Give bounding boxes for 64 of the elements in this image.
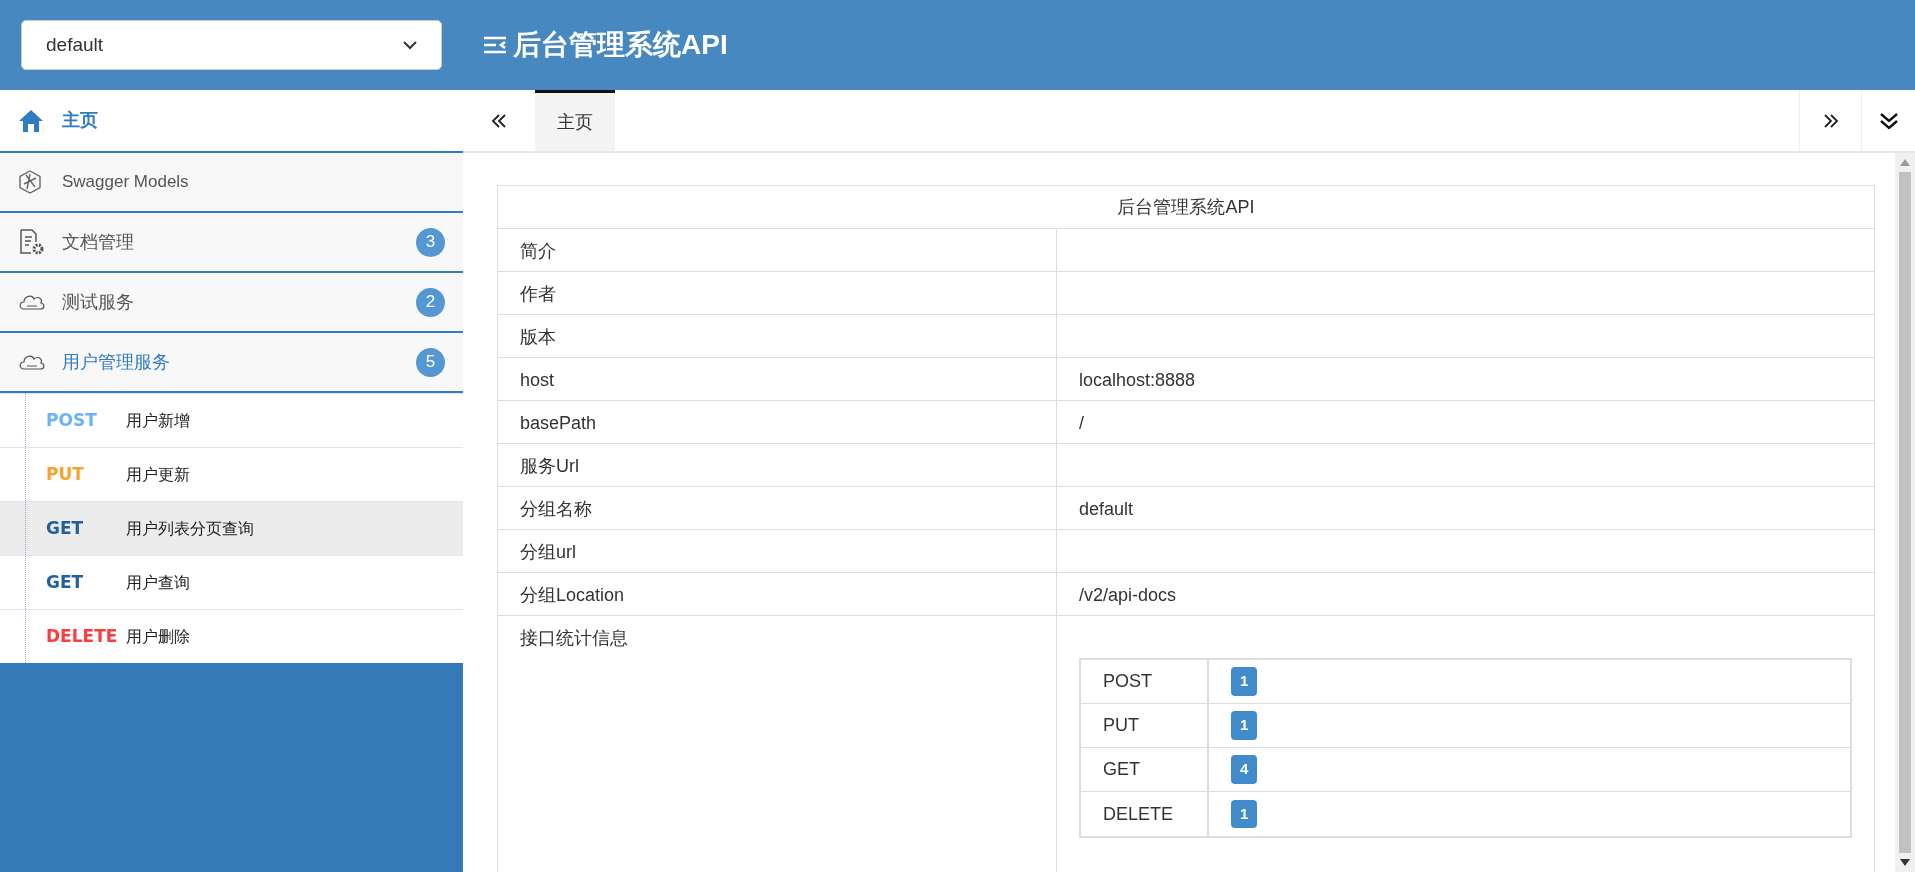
table-cell-text: DELETE	[1103, 802, 1174, 826]
sidebar-item[interactable]: 主页	[0, 90, 463, 153]
count-badge: 1	[1231, 799, 1258, 829]
method-label: POST	[46, 408, 98, 432]
api-name: 用户更新	[126, 464, 190, 485]
sidebar-item[interactable]: 用户管理服务 5	[0, 333, 463, 393]
table-cell: default	[1079, 499, 1134, 519]
group-select[interactable]: default	[21, 20, 442, 70]
table-cell-text: GET	[1103, 758, 1140, 781]
table-cell: 分组url	[520, 542, 576, 562]
api-name: 用户列表分页查询	[126, 518, 254, 539]
chevron-down-icon	[403, 40, 417, 50]
table-title: 后台管理系统API	[498, 186, 1874, 229]
sidebar-item-label: 主页	[62, 109, 98, 132]
scrollbar-thumb[interactable]	[1899, 172, 1911, 853]
menu-toggle-icon[interactable]	[483, 35, 507, 55]
count-badge: 5	[416, 347, 445, 377]
table-cell: 分组Location	[520, 585, 625, 605]
table-cell: 分组名称	[520, 499, 592, 519]
scroll-down-icon	[1900, 859, 1910, 866]
table-cell: 服务Url	[520, 456, 579, 476]
cloud-api-icon	[18, 353, 46, 371]
sidebar-item[interactable]: 测试服务 2	[0, 273, 463, 333]
app-title: 后台管理系统API	[513, 28, 728, 62]
table-cell: localhost:8888	[1079, 370, 1196, 390]
count-badge: 1	[1231, 711, 1258, 740]
table-cell: /v2/api-docs	[1079, 585, 1177, 605]
table-cell: host	[520, 370, 555, 390]
table-cell: 版本	[520, 327, 556, 347]
tab[interactable]: 主页	[535, 90, 615, 151]
method-label: PUT	[46, 462, 85, 486]
count-badge: 4	[1231, 755, 1258, 784]
table-cell: 作者	[520, 284, 556, 304]
api-name: 用户删除	[126, 626, 190, 647]
table-cell: 接口统计信息	[520, 628, 628, 648]
sidebar-item-label: 文档管理	[62, 230, 134, 254]
cloud-api-icon	[18, 293, 46, 311]
scrollbar[interactable]	[1895, 153, 1915, 872]
table-cell-text: POST	[1103, 670, 1152, 693]
sidebar-item-label: Swagger Models	[62, 171, 189, 194]
method-label: DELETE	[46, 624, 119, 648]
table-cell-text: PUT	[1103, 714, 1139, 737]
sidebar-item[interactable]: 文档管理 3	[0, 213, 463, 273]
sidebar-item-label: 测试服务	[62, 290, 134, 314]
table-cell: /	[1079, 413, 1084, 433]
double-chevron-right-icon	[1822, 113, 1839, 128]
method-label: GET	[46, 516, 85, 540]
api-name: 用户查询	[126, 572, 190, 593]
count-badge: 3	[416, 227, 445, 257]
sidebar-item[interactable]: Swagger Models	[0, 153, 463, 213]
scroll-up-icon	[1900, 159, 1910, 166]
count-badge: 1	[1231, 667, 1258, 696]
double-chevron-left-icon	[491, 113, 507, 128]
count-badge: 2	[416, 287, 445, 317]
double-chevron-down-icon	[1878, 111, 1899, 130]
document-gear-icon	[18, 228, 46, 256]
api-list-item[interactable]: GET 用户列表分页查询	[0, 501, 463, 555]
method-label: GET	[46, 570, 85, 594]
table-cell: basePath	[520, 413, 597, 433]
api-name: 用户新增	[126, 410, 190, 431]
table-cell: 简介	[520, 241, 556, 261]
sidebar-item-label: 用户管理服务	[62, 350, 170, 374]
hexagon-icon	[18, 170, 42, 194]
home-icon	[18, 108, 44, 133]
